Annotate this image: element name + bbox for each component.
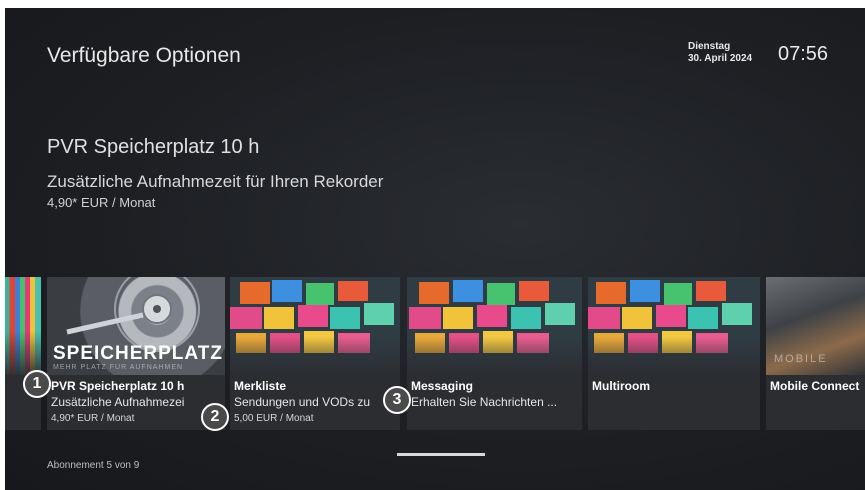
annotation-badge-2: 2 xyxy=(201,403,229,431)
card-image xyxy=(5,277,41,375)
card-name: PVR Speicherplatz 10 h xyxy=(51,379,185,393)
card-image xyxy=(588,277,760,375)
colored-blocks-image xyxy=(407,277,582,375)
card-image xyxy=(407,277,582,375)
card-name: Messaging xyxy=(411,379,474,393)
card-price: 5,00 EUR / Monat xyxy=(234,413,314,424)
option-card-messaging[interactable]: Messaging Erhalten Sie Nachrichten ... xyxy=(407,277,582,430)
day-label: Dienstag xyxy=(688,41,731,52)
detail-price: 4,90* EUR / Monat xyxy=(47,195,156,210)
card-image: SPEICHERPLATZ MEHR PLATZ FÜR AUFNAHMEN xyxy=(47,277,225,375)
option-card-merkliste[interactable]: Merkliste Sendungen und VODs zu 5,00 EUR… xyxy=(230,277,400,430)
card-image-title: MOBILE xyxy=(774,353,828,365)
card-image-title: SPEICHERPLATZ xyxy=(53,343,223,364)
date-display: Dienstag 30. April 2024 xyxy=(688,41,752,65)
clock: 07:56 xyxy=(778,43,829,65)
option-card-multiroom[interactable]: Multiroom xyxy=(588,277,760,430)
card-description: Zusätzliche Aufnahmezei xyxy=(51,395,185,409)
option-card-pvr[interactable]: SPEICHERPLATZ MEHR PLATZ FÜR AUFNAHMEN P… xyxy=(47,277,225,430)
tv-screen: Verfügbare Optionen Dienstag 30. April 2… xyxy=(5,8,865,490)
page-title: Verfügbare Optionen xyxy=(47,44,241,67)
colored-blocks-image xyxy=(588,277,760,375)
card-name: Mobile Connect xyxy=(770,379,860,393)
carousel-progress-bar xyxy=(397,453,485,456)
card-name: Merkliste xyxy=(234,379,287,393)
annotation-badge-1: 1 xyxy=(23,370,51,398)
date-label: 30. April 2024 xyxy=(688,53,753,64)
annotation-badge-3: 3 xyxy=(383,386,411,414)
subscription-count: Abonnement 5 von 9 xyxy=(47,460,140,471)
card-price: 4,90* EUR / Monat xyxy=(51,413,135,424)
detail-title: PVR Speicherplatz 10 h xyxy=(47,136,260,158)
colored-blocks-image xyxy=(230,277,400,375)
card-image xyxy=(230,277,400,375)
card-description: Sendungen und VODs zu xyxy=(234,395,371,409)
card-name: Multiroom xyxy=(592,379,650,393)
option-card-partial[interactable] xyxy=(5,277,41,430)
card-image: MOBILE xyxy=(766,277,865,375)
card-image-subtitle: MEHR PLATZ FÜR AUFNAHMEN xyxy=(53,364,184,371)
detail-subtitle: Zusätzliche Aufnahmezeit für Ihren Rekor… xyxy=(47,172,384,191)
card-description: Erhalten Sie Nachrichten ... xyxy=(411,395,558,409)
option-card-mobile-connect[interactable]: MOBILE Mobile Connect xyxy=(766,277,865,430)
